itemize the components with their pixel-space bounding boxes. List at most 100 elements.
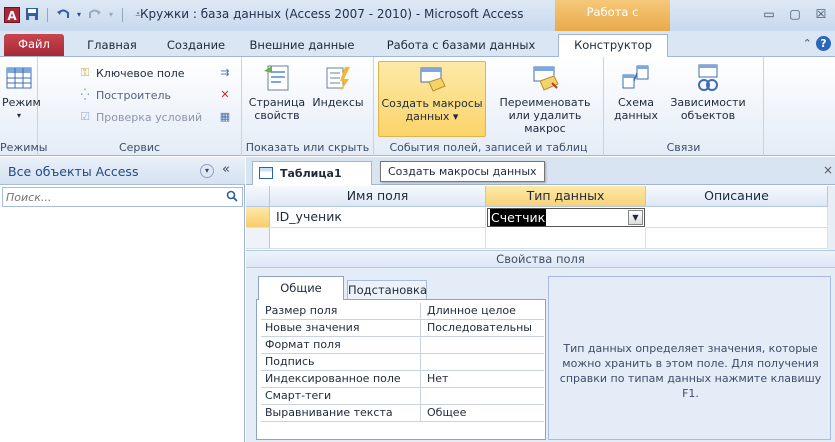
rename-macro-icon	[533, 66, 559, 91]
tab-external-data[interactable]: Внешние данные	[248, 35, 356, 57]
data-type-cell-empty[interactable]	[486, 228, 646, 249]
column-header-field-name[interactable]: Имя поля	[270, 186, 486, 207]
tab-database-tools[interactable]: Работа с базами данных	[382, 35, 540, 57]
table-design-grid: Имя поля Тип данных Описание ID_ученик С…	[246, 186, 828, 250]
row-selector-current[interactable]	[246, 207, 270, 228]
property-name: Смарт-теги	[263, 388, 421, 404]
maximize-icon: ▢	[789, 7, 801, 21]
navigation-menu-dropdown-icon[interactable]: ▾	[200, 164, 214, 178]
ribbon-help-area: ⌃ ?	[803, 36, 831, 51]
row-selector[interactable]	[246, 228, 270, 249]
ribbon-tooltip: Создать макросы данных	[380, 161, 545, 182]
object-dependencies-button[interactable]: Зависимости объектов	[664, 61, 752, 122]
chevron-down-icon[interactable]: ▼	[628, 210, 643, 225]
indexes-button[interactable]: Индексы	[312, 61, 364, 109]
builder-label: Построитель	[96, 88, 172, 102]
ribbon-body: Режим ▾ Режимы ⚿ Ключевое поле ⁛ Построи…	[0, 57, 835, 156]
ribbon-group-field-events: Создать макросы данных ▾ Переименовать и…	[374, 57, 604, 156]
table-view-icon	[6, 67, 32, 89]
collapse-navigation-pane-button[interactable]: «	[222, 162, 230, 177]
field-properties-tabs: Общие Подстановка Размер поля Длинное це…	[256, 276, 546, 440]
property-row[interactable]: Новые значения Последовательны	[261, 320, 544, 337]
tab-design[interactable]: Конструктор	[558, 34, 668, 57]
object-dependencies-icon	[698, 64, 718, 91]
description-cell-empty[interactable]	[646, 228, 828, 249]
object-dependencies-label: Зависимости объектов	[670, 96, 746, 122]
save-icon[interactable]	[24, 7, 40, 23]
redo-icon[interactable]	[87, 7, 103, 23]
property-name: Новые значения	[263, 320, 421, 336]
ribbon-group-views: Режим ▾ Режимы	[0, 57, 48, 156]
close-document-icon[interactable]: ×	[823, 163, 833, 177]
group-label-views: Режимы	[0, 141, 48, 154]
property-value[interactable]	[425, 388, 544, 404]
delete-rows-icon[interactable]: ✕	[218, 88, 232, 102]
property-sheet-button[interactable]: Страница свойств	[246, 61, 308, 122]
grid-vertical-scrollbar[interactable]	[828, 186, 835, 250]
rename-delete-macro-button[interactable]: Переименовать или удалить макрос	[490, 61, 600, 135]
undo-dropdown-icon[interactable]: ▾	[75, 7, 83, 23]
data-type-combo[interactable]: Счетчик ▼	[487, 208, 645, 227]
group-label-tools: Сервис	[118, 141, 161, 154]
description-cell[interactable]	[646, 207, 828, 228]
column-header-data-type[interactable]: Тип данных	[486, 186, 646, 207]
column-header-description[interactable]: Описание	[646, 186, 828, 207]
insert-rows-icon[interactable]: ⇉	[218, 66, 232, 80]
tab-file[interactable]: Файл	[4, 34, 64, 56]
modify-lookups-icon[interactable]: ▦	[218, 110, 232, 124]
navigation-pane-title: Все объекты Access	[8, 164, 139, 179]
property-row[interactable]: Размер поля Длинное целое	[261, 303, 544, 320]
tab-lookup[interactable]: Подстановка	[347, 280, 427, 300]
minimize-button[interactable]: ▭	[757, 5, 781, 23]
qat-separator	[47, 8, 48, 22]
redo-dropdown-icon[interactable]: ▾	[107, 7, 115, 23]
indexes-label: Индексы	[312, 96, 364, 109]
property-value[interactable]: Нет	[425, 371, 544, 387]
table-icon	[259, 167, 273, 179]
relationships-button[interactable]: Схема данных	[612, 61, 660, 122]
property-name: Размер поля	[263, 303, 421, 319]
document-tab-label: Таблица1	[280, 167, 342, 180]
tab-create[interactable]: Создание	[160, 35, 232, 57]
access-app-icon[interactable]: A	[4, 7, 20, 23]
property-value[interactable]: Общее	[425, 405, 544, 421]
help-icon[interactable]: ?	[816, 36, 831, 51]
window-title: Кружки : база данных (Access 2007 - 2010…	[140, 7, 524, 21]
validation-rules-button[interactable]: ☑ Проверка условий	[78, 110, 202, 124]
navigation-search-input[interactable]	[3, 188, 213, 206]
property-row[interactable]: Подпись	[261, 354, 544, 371]
property-row[interactable]: Индексированное поле Нет	[261, 371, 544, 388]
document-tab-table1[interactable]: Таблица1	[252, 161, 372, 185]
field-properties-hint-text: Тип данных определяет значения, которые …	[559, 342, 822, 400]
property-row[interactable]: Смарт-теги	[261, 388, 544, 405]
property-name: Формат поля	[263, 337, 421, 353]
navigation-pane-header[interactable]: Все объекты Access ▾ «	[0, 157, 245, 185]
property-row[interactable]: Выравнивание текста Общее	[261, 405, 544, 422]
undo-icon[interactable]	[55, 7, 71, 23]
close-icon: ☒	[815, 7, 827, 21]
close-window-button[interactable]: ☒	[809, 5, 833, 23]
navigation-search-box	[2, 187, 243, 207]
create-data-macros-button[interactable]: Создать макросы данных ▾	[378, 61, 486, 137]
property-value[interactable]: Последовательны	[425, 320, 544, 336]
builder-button[interactable]: ⁛ Построитель	[78, 88, 171, 102]
maximize-button[interactable]: ▢	[783, 5, 807, 23]
tab-general[interactable]: Общие	[258, 276, 344, 300]
property-value[interactable]: Длинное целое	[425, 303, 544, 319]
primary-key-label: Ключевое поле	[96, 66, 185, 80]
property-row[interactable]: Формат поля	[261, 337, 544, 354]
field-name-cell[interactable]: ID_ученик	[270, 207, 486, 228]
group-label-relationships: Связи	[666, 141, 701, 154]
title-bar: A ▾ ▾ ⩡ Кружки : база данных (Access 200…	[0, 0, 835, 43]
property-name: Выравнивание текста	[263, 405, 421, 421]
search-icon[interactable]	[226, 190, 238, 205]
primary-key-button[interactable]: ⚿ Ключевое поле	[78, 66, 185, 80]
tab-home[interactable]: Главная	[82, 35, 142, 57]
minimize-ribbon-icon[interactable]: ⌃	[803, 37, 812, 50]
view-mode-button[interactable]: Режим ▾	[2, 61, 41, 122]
field-name-cell-empty[interactable]	[270, 228, 486, 249]
property-value[interactable]	[425, 337, 544, 353]
builder-wand-icon: ⁛	[80, 88, 90, 101]
property-value[interactable]	[425, 354, 544, 370]
property-name: Индексированное поле	[263, 371, 421, 387]
